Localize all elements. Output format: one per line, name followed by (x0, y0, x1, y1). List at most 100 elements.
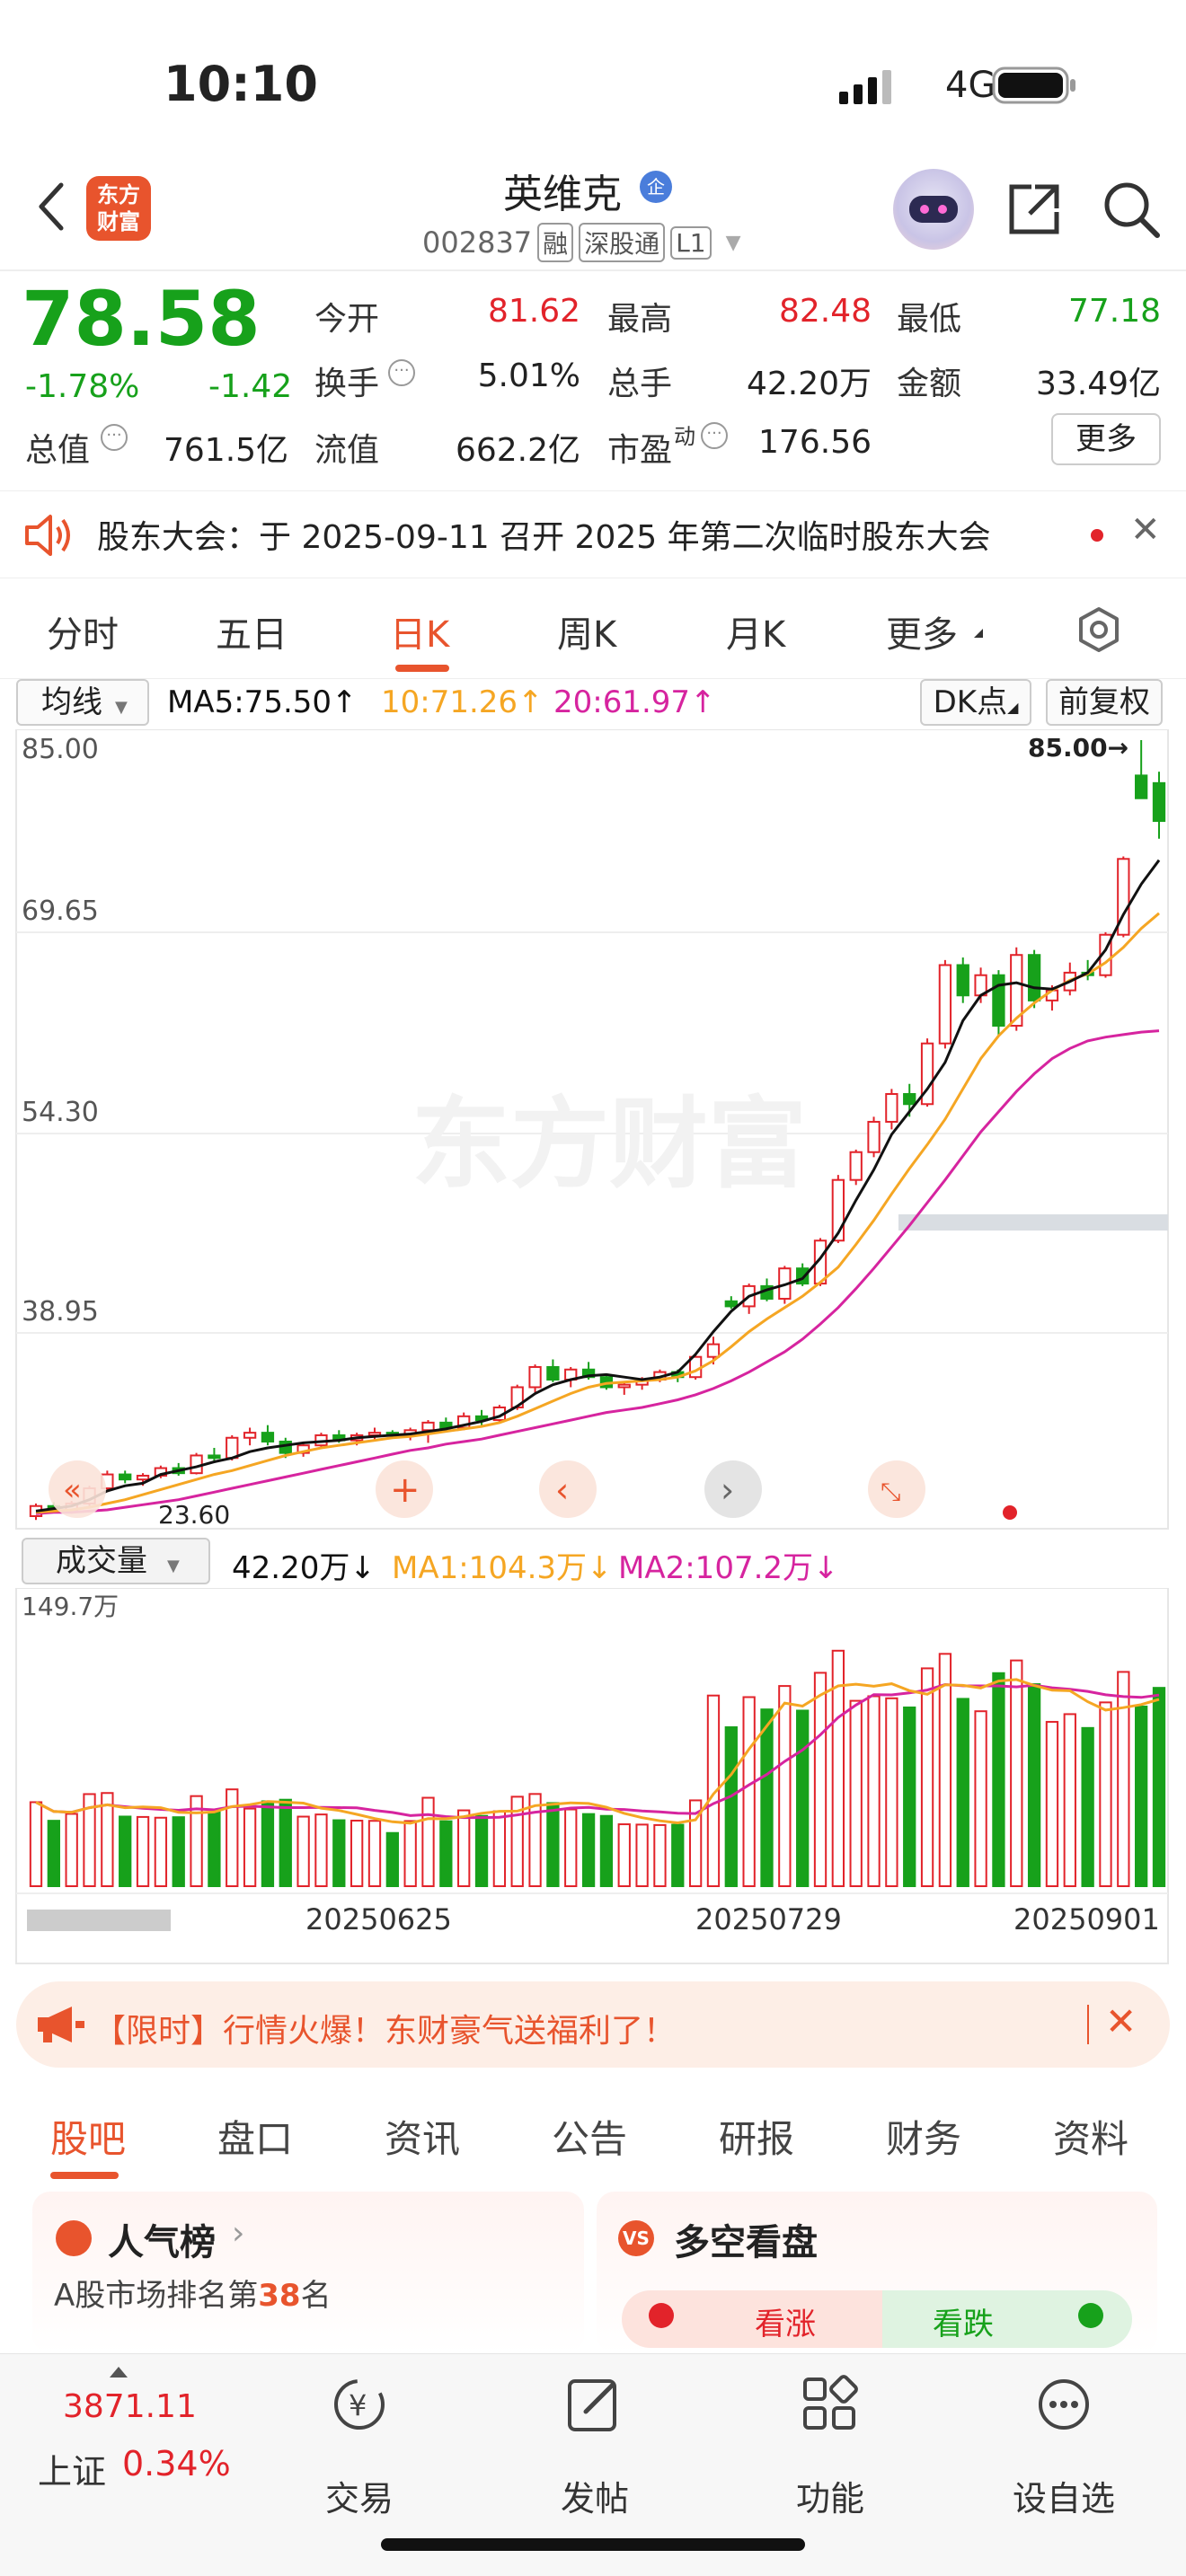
megaphone-icon (38, 2007, 84, 2042)
event-dot (1003, 1505, 1017, 1520)
high-value: 82.48 (778, 293, 872, 330)
tab-announcements[interactable]: 公告 (552, 2109, 627, 2164)
date-label-3: 20250901 (1013, 1902, 1160, 1936)
share-icon[interactable] (1005, 180, 1064, 239)
candle (992, 974, 1005, 1028)
margin-tag: 融 (537, 223, 574, 262)
ma10-line (35, 912, 1160, 1514)
candle (1135, 774, 1148, 799)
pe-label: 市盈 (607, 432, 673, 469)
tab-news[interactable]: 资讯 (385, 2109, 460, 2164)
volume-bar (1099, 1701, 1112, 1887)
add-watchlist-label[interactable]: 设自选 (992, 2471, 1136, 2520)
tab-daily[interactable]: 日K (390, 605, 449, 657)
volume-bar (1010, 1659, 1023, 1887)
trade-label[interactable]: 交易 (288, 2471, 431, 2520)
dk-point-button[interactable]: DK点◢ (920, 679, 1031, 726)
battery-icon (992, 66, 1075, 104)
period-tabs: 分时 五日 日K 周K 月K 更多 (0, 593, 1186, 679)
notice-bar[interactable]: 股东大会：于 2025-09-11 召开 2025 年第二次临时股东大会 ✕ (0, 490, 1186, 578)
promo-banner[interactable]: 【限时】行情火爆！东财豪气送福利了！ ✕ (16, 1981, 1170, 2068)
open-label: 今开 (314, 301, 380, 338)
functions-label[interactable]: 功能 (758, 2471, 902, 2520)
settings-icon[interactable] (1075, 605, 1123, 654)
candle (885, 1093, 898, 1123)
assistant-avatar[interactable] (893, 169, 974, 250)
volume-bar (1027, 1683, 1041, 1887)
volume-legend-row: 成交量 ▼ 42.20万↓ MA1:104.3万↓ MA2:107.2万↓ (0, 1538, 1186, 1588)
candle (1027, 954, 1041, 1001)
volume-selector[interactable]: 成交量 ▼ (22, 1538, 210, 1584)
bull-bear-title: 多空看盘 (674, 2222, 818, 2263)
functions-icon[interactable] (794, 2372, 866, 2435)
ma-legend-row: 均线 ▼ MA5:75.50↑ 10:71.26↑ 20:61.97↑ DK点◢ … (0, 679, 1186, 729)
tab-5day[interactable]: 五日 (216, 605, 288, 657)
tab-finance[interactable]: 财务 (886, 2109, 961, 2164)
network-type: 4G (945, 65, 996, 106)
volume-bar (421, 1796, 435, 1887)
index-value[interactable]: 3871.11 (63, 2388, 197, 2425)
bear-button[interactable]: 看跌 (882, 2290, 1132, 2348)
bull-bear-card[interactable]: VS 多空看盘 看涨 看跌 (597, 2192, 1157, 2353)
tab-intraday[interactable]: 分时 (47, 605, 119, 657)
volume-bar (1063, 1713, 1076, 1887)
volume-bar (671, 1823, 685, 1887)
section-tabs: 股吧 盘口 资讯 公告 研报 财务 资料 (0, 2093, 1186, 2183)
pe-dynamic-mark: 动 (674, 424, 695, 449)
stock-code-row[interactable]: 002837 融 深股通 L1 ▼ (422, 223, 741, 262)
unread-dot (1091, 529, 1103, 542)
tab-monthly[interactable]: 月K (726, 605, 785, 657)
tab-research[interactable]: 研报 (719, 2109, 794, 2164)
volume-bar (439, 1820, 453, 1887)
tab-profile[interactable]: 资料 (1053, 2109, 1128, 2164)
more-options-icon[interactable] (1028, 2372, 1100, 2435)
svg-text:⤡: ⤡ (881, 1477, 900, 1506)
ma-selector[interactable]: 均线 ▼ (16, 679, 149, 726)
bull-button[interactable]: 看涨 (622, 2290, 882, 2348)
adjust-button[interactable]: 前复权 (1046, 679, 1163, 726)
more-button[interactable]: 更多 (1051, 413, 1161, 465)
post-label[interactable]: 发帖 (523, 2471, 667, 2520)
info-icon[interactable]: ··· (101, 424, 128, 451)
info-icon[interactable]: ··· (388, 359, 415, 386)
float-cap-label: 流值 (314, 432, 380, 469)
kline-chart[interactable]: 东方财富 85.00 69.65 54.30 38.95 85.00→ 23.6… (0, 729, 1186, 1538)
post-icon[interactable] (559, 2372, 631, 2435)
dropdown-icon[interactable]: ▼ (726, 232, 741, 254)
index-name: 上证 (38, 2452, 107, 2492)
candle (421, 1421, 435, 1432)
svg-text:‹: ‹ (555, 1470, 569, 1510)
back-icon[interactable] (34, 180, 70, 234)
popularity-card[interactable]: 人气榜 › A股市场排名第38名 (32, 2192, 584, 2353)
svg-text:+: + (390, 1469, 420, 1511)
candle (867, 1120, 881, 1153)
volume-bar (1117, 1671, 1130, 1887)
tab-weekly[interactable]: 周K (557, 605, 616, 657)
volume-bar (279, 1798, 292, 1887)
pe-value: 176.56 (758, 424, 872, 461)
y-label-3: 54.30 (22, 1097, 99, 1128)
tab-more[interactable]: 更多 (886, 605, 958, 657)
volume-bar (208, 1811, 221, 1888)
y-label-top: 85.00 (22, 734, 99, 765)
level-tag: L1 (670, 225, 712, 260)
tab-orderbook[interactable]: 盘口 (217, 2109, 293, 2164)
home-indicator (381, 2538, 805, 2551)
volume-bar (492, 1810, 507, 1887)
chevron-right-icon: › (232, 2215, 245, 2252)
volume-chart[interactable]: 149.7万 20250625 20250729 20250901 (0, 1588, 1186, 1965)
volume-bar (385, 1831, 399, 1888)
tab-guba[interactable]: 股吧 (50, 2109, 126, 2164)
search-icon[interactable] (1100, 178, 1163, 241)
high-marker: 85.00→ (1028, 733, 1128, 763)
expand-up-icon[interactable] (110, 2367, 128, 2378)
mktcap-label: 总值 (25, 432, 91, 469)
turnover-label: 换手 (314, 366, 380, 402)
change-amount: -1.42 (208, 368, 293, 405)
volume-ma1-line (35, 1678, 1160, 1825)
trade-icon[interactable]: ¥ (323, 2372, 395, 2435)
close-icon[interactable]: ✕ (1105, 1999, 1137, 2043)
volume-bar (992, 1672, 1005, 1887)
close-icon[interactable]: ✕ (1130, 509, 1161, 551)
volume-bar (920, 1667, 934, 1887)
